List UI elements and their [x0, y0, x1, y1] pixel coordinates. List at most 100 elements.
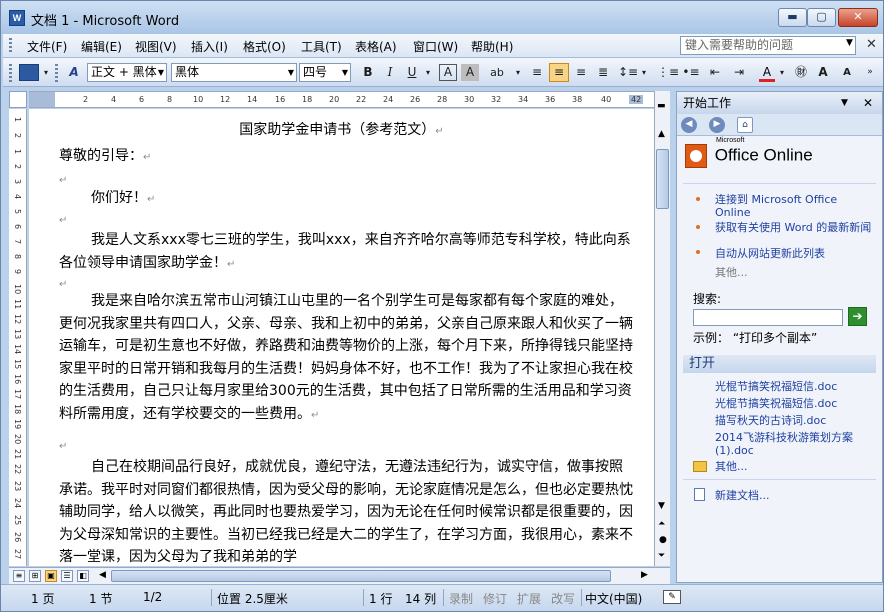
align-justify-icon[interactable]: ≡	[527, 63, 547, 82]
line-spacing-icon[interactable]: ↕≡	[617, 63, 639, 82]
spelling-status-icon[interactable]: ✎	[663, 590, 681, 604]
minimize-button[interactable]: ▬	[778, 8, 807, 27]
menu-grip[interactable]	[9, 38, 12, 54]
toolbar-grip[interactable]	[9, 64, 12, 82]
status-track-changes[interactable]: 修订	[483, 590, 507, 607]
home-icon[interactable]: ⌂	[737, 117, 753, 133]
office-online-logo[interactable]: Microsoft Office Online	[685, 137, 813, 168]
vruler-tick: 13	[13, 329, 22, 340]
save-icon[interactable]	[19, 64, 39, 81]
document-area[interactable]: 国家助学金申请书（参考范文）↵ 尊敬的引导：↵ ↵ 你们好！↵ ↵ 我是人文系x…	[29, 109, 654, 566]
print-view-icon[interactable]: ▣	[45, 570, 57, 582]
decrease-indent-icon[interactable]: ⇤	[705, 63, 725, 82]
enclose-characters-icon[interactable]: ㊖	[791, 63, 811, 82]
underline-button[interactable]: U	[403, 63, 421, 82]
font-combo[interactable]: 黑体 ▼	[171, 63, 297, 82]
split-handle-icon[interactable]: ▬	[657, 101, 666, 111]
toolbar-options-icon[interactable]: ▾	[41, 63, 51, 82]
menu-view[interactable]: 视图(V)	[135, 38, 177, 55]
paragraph: 我是人文系xxx零七三班的学生，我叫xxx，来自齐齐哈尔高等师范专科学校，特此向…	[59, 229, 634, 276]
menu-format[interactable]: 格式(O)	[243, 38, 286, 55]
browse-object-icon[interactable]: ●	[659, 535, 667, 545]
align-center-icon[interactable]: ≡	[549, 63, 569, 82]
link-latest-news[interactable]: 获取有关使用 Word 的最新新闻	[715, 221, 875, 234]
word-app-icon[interactable]: W	[9, 10, 25, 26]
scroll-right-icon[interactable]: ▶	[641, 570, 648, 580]
document-close-button[interactable]: ✕	[866, 37, 877, 52]
font-size-combo[interactable]: 四号 ▼	[299, 63, 351, 82]
vruler-tick: 23	[13, 481, 22, 492]
menu-insert[interactable]: 插入(I)	[191, 38, 228, 55]
help-dropdown-icon[interactable]: ▼	[846, 38, 853, 48]
horizontal-scroll-thumb[interactable]	[111, 570, 611, 582]
scroll-up-icon[interactable]: ▲	[658, 129, 665, 139]
link-auto-update[interactable]: 自动从网站更新此列表	[715, 247, 875, 260]
back-icon[interactable]: ◀	[681, 117, 697, 133]
task-pane-title: 开始工作	[683, 96, 732, 110]
menu-edit[interactable]: 编辑(E)	[81, 38, 122, 55]
new-document-link[interactable]: 新建文档...	[715, 489, 770, 502]
menu-table[interactable]: 表格(A)	[355, 38, 397, 55]
style-combo[interactable]: 正文 + 黑体 ▼	[87, 63, 167, 82]
phonetic-options-icon[interactable]: ▾	[513, 63, 523, 82]
distributed-align-icon[interactable]: ≣	[593, 63, 613, 82]
grow-font-button[interactable]: A	[813, 63, 833, 82]
open-more-link[interactable]: 其他...	[715, 460, 748, 473]
outline-view-icon[interactable]: ☰	[61, 570, 73, 582]
tab-selector-button[interactable]	[9, 91, 27, 108]
vruler-tick: 9	[13, 269, 22, 275]
phonetic-guide-button[interactable]: ab	[483, 63, 511, 82]
increase-indent-icon[interactable]: ⇥	[729, 63, 749, 82]
divider	[683, 183, 876, 184]
toolbar-grip-2[interactable]	[55, 64, 58, 82]
align-right-icon[interactable]: ≡	[571, 63, 591, 82]
scroll-down-icon[interactable]: ▼	[658, 501, 665, 511]
normal-view-icon[interactable]: ≡	[13, 570, 25, 582]
previous-page-icon[interactable]: ⏶	[658, 519, 665, 529]
italic-button[interactable]: I	[381, 63, 399, 82]
task-pane-close-icon[interactable]: ✕	[863, 92, 873, 114]
toolbar-overflow-icon[interactable]: »	[863, 63, 877, 82]
next-page-icon[interactable]: ⏷	[658, 551, 665, 561]
vertical-ruler[interactable]: 1 2 1 2 3 4 5 6 7 8 9 10 11 12 13 14 15 …	[9, 109, 27, 566]
scroll-thumb[interactable]	[656, 149, 669, 209]
char-shading-button[interactable]: A	[461, 64, 479, 81]
search-go-button[interactable]: ➔	[848, 307, 867, 326]
char-border-button[interactable]: A	[439, 64, 457, 81]
styles-pane-icon[interactable]: A	[65, 63, 83, 82]
numbering-icon[interactable]: ⋮≡	[657, 63, 679, 82]
recent-file[interactable]: 光棍节搞笑祝福短信.doc	[715, 397, 837, 410]
underline-options-icon[interactable]: ▾	[423, 63, 433, 82]
status-language[interactable]: 中文(中国)	[585, 590, 642, 607]
horizontal-ruler[interactable]: 2 4 6 8 10 12 14 16 18 20 22 24 26 28 30…	[29, 91, 654, 108]
bullets-icon[interactable]: •≡	[681, 63, 701, 82]
status-extend[interactable]: 扩展	[517, 590, 541, 607]
vertical-scrollbar[interactable]: ▬ ▲ ▼ ⏶ ● ⏷	[654, 91, 670, 566]
font-color-button[interactable]: A	[759, 63, 775, 82]
task-pane-search-input[interactable]	[693, 309, 843, 326]
scroll-left-icon[interactable]: ◀	[99, 570, 106, 580]
status-overtype[interactable]: 改写	[551, 590, 575, 607]
menu-window[interactable]: 窗口(W)	[413, 38, 458, 55]
recent-file[interactable]: 2014飞游科技秋游策划方案(1).doc	[715, 431, 880, 457]
open-section-header: 打开	[683, 355, 876, 373]
menu-tools[interactable]: 工具(T)	[301, 38, 342, 55]
line-spacing-options-icon[interactable]: ▾	[639, 63, 649, 82]
web-view-icon[interactable]: ⊞	[29, 570, 41, 582]
close-button[interactable]: ✕	[838, 8, 878, 27]
bold-button[interactable]: B	[359, 63, 377, 82]
shrink-font-button[interactable]: A	[837, 63, 857, 82]
link-more[interactable]: 其他...	[715, 266, 748, 279]
status-record[interactable]: 录制	[449, 590, 473, 607]
link-connect-office-online[interactable]: 连接到 Microsoft Office Online	[715, 193, 875, 219]
menu-help[interactable]: 帮助(H)	[471, 38, 513, 55]
font-color-options-icon[interactable]: ▾	[777, 63, 787, 82]
help-question-input[interactable]: 键入需要帮助的问题	[680, 36, 856, 55]
recent-file[interactable]: 描写秋天的古诗词.doc	[715, 414, 826, 427]
task-pane-menu-icon[interactable]: ▼	[841, 92, 848, 114]
reading-view-icon[interactable]: ◧	[77, 570, 89, 582]
forward-icon[interactable]: ▶	[709, 117, 725, 133]
maximize-button[interactable]: ▢	[807, 8, 836, 27]
recent-file[interactable]: 光棍节搞笑祝福短信.doc	[715, 380, 837, 393]
menu-file[interactable]: 文件(F)	[27, 38, 67, 55]
